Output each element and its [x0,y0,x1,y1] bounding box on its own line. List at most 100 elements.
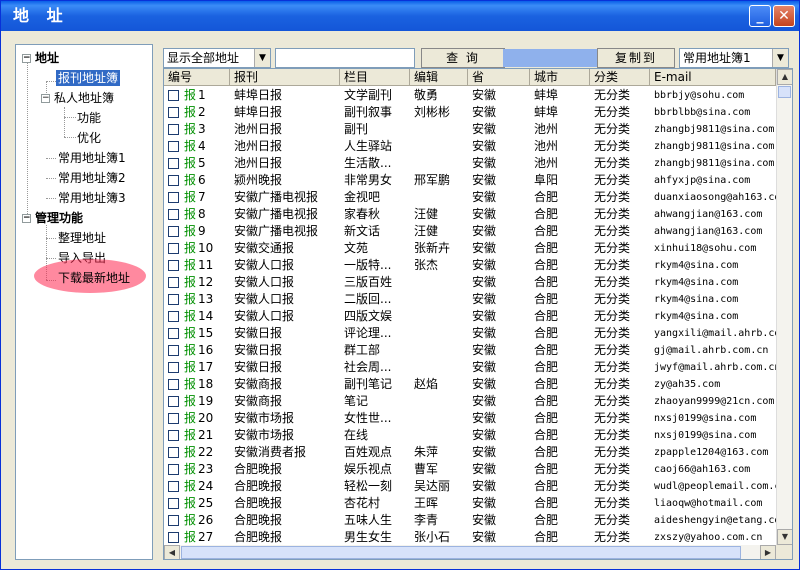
vertical-scrollbar[interactable]: ▲ ▼ [776,69,792,545]
scroll-left-icon[interactable]: ◀ [164,545,180,559]
tree-node-management[interactable]: − 管理功能 [22,209,83,227]
vertical-scroll-thumb[interactable] [778,86,791,98]
row-checkbox[interactable] [168,498,179,509]
row-checkbox[interactable] [168,294,179,305]
table-row[interactable]: 报 10 安徽交通报 文苑 张新卉 安徽 合肥 无分类 xinhui18@sohu.com [164,240,776,257]
target-book-select[interactable]: 常用地址簿1 ▼ [679,48,789,68]
scroll-up-icon[interactable]: ▲ [777,69,792,85]
dropdown-arrow-icon[interactable]: ▼ [254,49,270,67]
tree-node-optimize[interactable]: 优化 [77,129,101,147]
row-checkbox[interactable] [168,277,179,288]
table-row[interactable]: 报 20 安徽市场报 女性世... 安徽 合肥 无分类 nxsj0199@sina.com [164,410,776,427]
row-checkbox[interactable] [168,362,179,373]
row-checkbox[interactable] [168,447,179,458]
row-checkbox[interactable] [168,141,179,152]
table-row[interactable]: 报 18 安徽商报 副刊笔记 赵焰 安徽 合肥 无分类 zy@ah35.com [164,376,776,393]
collapse-icon[interactable]: − [41,94,50,103]
tree-node-common-book-1[interactable]: 常用地址簿1 [58,149,126,167]
row-checkbox[interactable] [168,243,179,254]
collapse-icon[interactable]: − [22,214,31,223]
tree-node-common-book-3[interactable]: 常用地址簿3 [58,189,126,207]
header-col-city[interactable]: 城市 [530,69,590,86]
table-row[interactable]: 报 25 合肥晚报 杏花村 王晖 安徽 合肥 无分类 liaoqw@hotmail.com [164,495,776,512]
table-row[interactable]: 报 22 安徽消费者报 百姓观点 朱萍 安徽 合肥 无分类 zpapple1204@163.co… [164,444,776,461]
table-row[interactable]: 报 5 池州日报 生活散... 安徽 池州 无分类 zhangbj9811@sina.com [164,155,776,172]
row-checkbox[interactable] [168,124,179,135]
filter-select[interactable]: 显示全部地址 ▼ [163,48,271,68]
row-checkbox[interactable] [168,158,179,169]
tree-node-newspaper-book[interactable]: 报刊地址簿 [56,69,121,87]
table-row[interactable]: 报 3 池州日报 副刊 安徽 池州 无分类 zhangbj9811@sina.com [164,121,776,138]
row-checkbox[interactable] [168,345,179,356]
table-row[interactable]: 报 13 安徽人口报 二版回... 安徽 合肥 无分类 rkym4@sina.com [164,291,776,308]
row-checkbox[interactable] [168,311,179,322]
horizontal-scroll-thumb[interactable] [181,546,741,559]
row-type-mark: 报 [184,105,197,119]
row-checkbox[interactable] [168,430,179,441]
table-row[interactable]: 报 23 合肥晚报 娱乐视点 曹军 安徽 合肥 无分类 caoj66@ah163.com [164,461,776,478]
copy-to-button[interactable]: 复制到 [597,48,675,68]
tree-node-organize[interactable]: 整理地址 [58,229,106,247]
query-button[interactable]: 查 询 [421,48,505,68]
row-checkbox[interactable] [168,90,179,101]
tree-node-function[interactable]: 功能 [77,109,101,127]
table-row[interactable]: 报 11 安徽人口报 一版特... 张杰 安徽 合肥 无分类 rkym4@sina.com [164,257,776,274]
table-row[interactable]: 报 4 池州日报 人生驿站 安徽 池州 无分类 zhangbj9811@sina.com [164,138,776,155]
table-row[interactable]: 报 1 蚌埠日报 文学副刊 敬勇 安徽 蚌埠 无分类 bbrbjy@sohu.com [164,87,776,104]
table-row[interactable]: 报 9 安徽广播电视报 新文话 汪健 安徽 合肥 无分类 ahwangjian@163.com [164,223,776,240]
row-checkbox[interactable] [168,226,179,237]
header-col-category[interactable]: 分类 [590,69,650,86]
tree-node-address[interactable]: − 地址 [22,49,59,67]
cell-newspaper: 安徽广播电视报 [234,190,319,204]
minimize-button[interactable]: _ [749,5,771,27]
row-checkbox[interactable] [168,175,179,186]
table-row[interactable]: 报 19 安徽商报 笔记 安徽 合肥 无分类 zhaoyan9999@21cn.com [164,393,776,410]
scroll-right-icon[interactable]: ▶ [760,545,776,559]
tree-label-newspaper-book: 报刊地址簿 [56,70,121,86]
table-row[interactable]: 报 12 安徽人口报 三版百姓 安徽 合肥 无分类 rkym4@sina.com [164,274,776,291]
row-checkbox[interactable] [168,464,179,475]
row-number: 17 [198,360,214,374]
scroll-down-icon[interactable]: ▼ [777,529,792,545]
row-checkbox[interactable] [168,260,179,271]
table-row[interactable]: 报 27 合肥晚报 男生女生 张小石 安徽 合肥 无分类 zxszy@yahoo.com.cn [164,529,776,546]
table-row[interactable]: 报 21 安徽市场报 在线 安徽 合肥 无分类 nxsj0199@sina.com [164,427,776,444]
table-row[interactable]: 报 6 颍州晚报 非常男女 邢军鹏 安徽 阜阳 无分类 ahfyxjp@sina.com [164,172,776,189]
search-input[interactable] [275,48,415,68]
cell-column: 女性世... [344,411,392,425]
row-checkbox[interactable] [168,413,179,424]
table-row[interactable]: 报 7 安徽广播电视报 金视吧 安徽 合肥 无分类 duanxiaosong@ah163.co… [164,189,776,206]
table-row[interactable]: 报 14 安徽人口报 四版文娱 安徽 合肥 无分类 rkym4@sina.com [164,308,776,325]
header-col-province[interactable]: 省 [468,69,530,86]
row-checkbox[interactable] [168,379,179,390]
row-type-mark: 报 [184,530,197,544]
table-row[interactable]: 报 8 安徽广播电视报 家春秋 汪健 安徽 合肥 无分类 ahwangjian@163.com [164,206,776,223]
row-checkbox[interactable] [168,481,179,492]
cell-city: 池州 [534,156,559,170]
header-col-editor[interactable]: 编辑 [410,69,468,86]
row-checkbox[interactable] [168,396,179,407]
header-col-newspaper[interactable]: 报刊 [230,69,340,86]
row-checkbox[interactable] [168,328,179,339]
tree-node-common-book-2[interactable]: 常用地址簿2 [58,169,126,187]
table-row[interactable]: 报 2 蚌埠日报 副刊叙事 刘彬彬 安徽 蚌埠 无分类 bbrblbb@sina.com [164,104,776,121]
table-row[interactable]: 报 24 合肥晚报 轻松一刻 吴达丽 安徽 合肥 无分类 wudl@peoplemail.com… [164,478,776,495]
table-row[interactable]: 报 16 安徽日报 群工部 安徽 合肥 无分类 gj@mail.ahrb.com.cn [164,342,776,359]
dropdown-arrow-icon[interactable]: ▼ [772,49,788,67]
row-checkbox[interactable] [168,209,179,220]
row-checkbox[interactable] [168,532,179,543]
tree-node-download-latest[interactable]: 下载最新地址 [58,269,130,287]
header-col-email[interactable]: E-mail [650,69,776,86]
table-row[interactable]: 报 15 安徽日报 评论理... 安徽 合肥 无分类 yangxili@mail.ahrb.c… [164,325,776,342]
row-checkbox[interactable] [168,107,179,118]
row-checkbox[interactable] [168,192,179,203]
header-col-number[interactable]: 编号 [164,69,230,86]
horizontal-scrollbar[interactable]: ◀ ▶ [164,545,776,559]
close-button[interactable]: ✕ [773,5,795,27]
row-checkbox[interactable] [168,515,179,526]
collapse-icon[interactable]: − [22,54,31,63]
header-col-column[interactable]: 栏目 [340,69,410,86]
tree-node-private-book[interactable]: − 私人地址簿 [41,89,114,107]
table-row[interactable]: 报 26 合肥晚报 五味人生 李青 安徽 合肥 无分类 aideshengyin@etang.c… [164,512,776,529]
table-row[interactable]: 报 17 安徽日报 社会周... 安徽 合肥 无分类 jwyf@mail.ahrb.com.c… [164,359,776,376]
